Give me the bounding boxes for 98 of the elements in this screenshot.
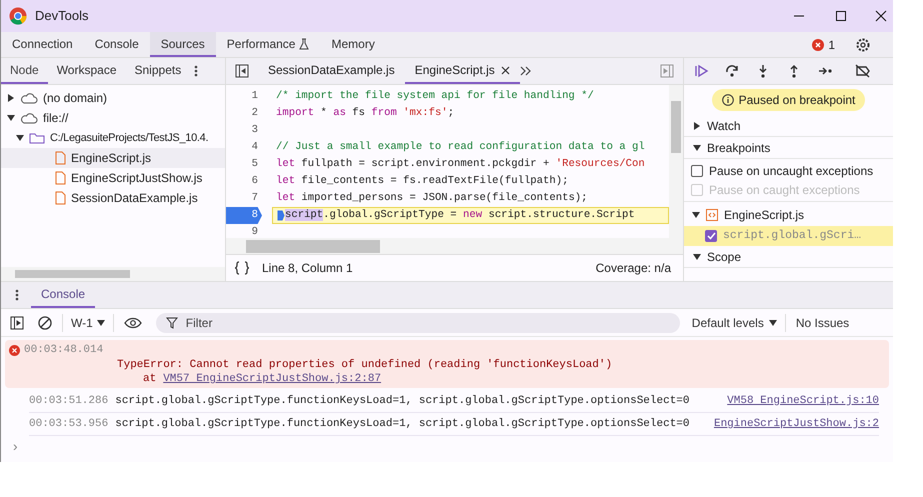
code-line: import * as fs from 'mx:fs'; <box>276 106 454 121</box>
format-braces-icon[interactable] <box>234 261 250 275</box>
cloud-icon <box>20 112 38 124</box>
panel-tab[interactable]: Connection <box>1 32 84 57</box>
cursor-position: Line 8, Column 1 <box>262 260 353 277</box>
timestamp: 00:03:51.286 <box>29 394 108 409</box>
scrollbar[interactable] <box>669 85 683 238</box>
tree-item[interactable]: EngineScriptJustShow.js <box>1 168 225 188</box>
expand-arrow-icon[interactable] <box>16 134 24 142</box>
file-tab[interactable]: EngineScript.js <box>404 58 520 84</box>
collapse-arrow-icon[interactable] <box>7 94 15 102</box>
tree-item[interactable]: C:/LegasuiteProjects/TestJS_10.4. <box>1 128 225 148</box>
step-over-icon[interactable] <box>725 64 740 78</box>
tree-item[interactable]: EngineScript.js <box>1 148 225 168</box>
navigator-tab[interactable]: Workspace <box>48 58 126 84</box>
more-options-icon[interactable] <box>15 289 19 301</box>
paused-banner: Paused on breakpoint <box>712 89 866 111</box>
error-count[interactable]: 1 <box>828 36 835 54</box>
error-text: TypeError: Cannot read properties of undefined (reading 'functionKeysLoad') <box>116 358 614 371</box>
scrollbar[interactable] <box>1 267 225 281</box>
line-number[interactable]: 5 <box>226 156 262 173</box>
panel-tab[interactable]: Console <box>84 32 150 57</box>
dropdown-caret-icon <box>96 320 105 326</box>
line-number[interactable]: 4 <box>226 139 262 156</box>
settings-icon[interactable] <box>855 36 871 52</box>
code-line: script.global.gScriptType = new script.structure.Script <box>285 208 635 223</box>
timestamp: 00:03:48.014 <box>24 342 104 358</box>
log-text: script.global.gScriptType.functionKeysLoad=1, script.global.gScriptType.optionsSelect=0 <box>115 394 690 409</box>
line-number[interactable]: 9 <box>226 224 262 238</box>
dropdown-caret-icon <box>768 320 777 326</box>
source-link[interactable]: VM57 EngineScriptJustShow.js:2:87 <box>163 371 382 385</box>
clear-console-icon[interactable] <box>38 316 52 330</box>
navigator-tab[interactable]: Node <box>1 58 48 84</box>
expand-arrow-icon[interactable] <box>7 114 15 122</box>
log-levels-dropdown[interactable]: Default levels <box>692 314 786 332</box>
window-title: DevTools <box>35 7 88 26</box>
tree-item[interactable]: (no domain) <box>1 88 225 108</box>
expand-arrow-icon[interactable] <box>692 211 700 219</box>
deactivate-breakpoints-icon[interactable] <box>855 64 870 78</box>
close-icon[interactable] <box>500 66 510 74</box>
source-link[interactable]: VM58 EngineScript.js:10 <box>727 392 879 410</box>
stack-trace-label: at <box>143 372 156 385</box>
checkbox[interactable] <box>705 230 717 242</box>
info-icon <box>722 94 734 106</box>
context-dropdown[interactable]: W-1 <box>62 314 114 332</box>
close-icon[interactable] <box>875 10 887 22</box>
cloud-icon <box>20 92 38 104</box>
error-icon <box>9 344 20 356</box>
code-line: let imported_persons = JSON.parse(file_contents); <box>276 190 588 206</box>
file-icon <box>55 191 66 205</box>
maximize-icon[interactable] <box>835 10 847 22</box>
code-line: // Just a small example to read configuration data to a gl <box>276 140 645 155</box>
line-number[interactable]: 2 <box>226 105 262 122</box>
panel-tab[interactable]: Performance <box>216 32 320 57</box>
more-tabs-icon[interactable] <box>520 66 532 76</box>
issues-button[interactable]: No Issues <box>796 314 850 332</box>
line-number[interactable]: 8 <box>226 207 262 224</box>
log-text: script.global.gScriptType.functionKeysLoad=1, script.global.gScriptType.optionsSelect=0 <box>115 416 690 432</box>
expand-arrow-icon[interactable] <box>693 252 701 260</box>
panel-tab[interactable]: Sources <box>150 32 216 57</box>
navigator-tab[interactable]: Snippets <box>126 58 190 84</box>
breakpoint-file[interactable]: EngineScript.js <box>684 204 893 226</box>
line-number[interactable]: 1 <box>226 88 262 105</box>
breakpoint-code: script.global.gScri… <box>723 228 862 244</box>
code-line: let file_contents = fs.readTextFile(fullpath); <box>276 174 568 189</box>
checkbox-option[interactable]: Pause on uncaught exceptions <box>684 161 893 180</box>
file-tab[interactable]: SessionDataExample.js <box>258 58 405 84</box>
script-file-icon <box>706 209 718 221</box>
scrollbar[interactable] <box>226 238 683 254</box>
sidebar-toggle-icon[interactable] <box>660 64 674 78</box>
code-line: /* import the file system api for file handling */ <box>276 88 594 104</box>
filter-icon <box>166 316 178 328</box>
eye-icon[interactable] <box>124 316 142 328</box>
sidebar-toggle-icon[interactable] <box>235 64 249 78</box>
expand-arrow-icon[interactable] <box>693 144 701 152</box>
code-line: let fullpath = script.environment.pckgdir + 'Resources/Con <box>276 156 645 172</box>
drawer-tab[interactable]: Console <box>31 282 96 308</box>
checkmark-icon <box>706 232 716 240</box>
filter-field[interactable]: Filter <box>156 312 680 332</box>
flask-icon <box>299 38 310 50</box>
tree-item[interactable]: SessionDataExample.js <box>1 188 225 208</box>
file-icon <box>55 171 66 185</box>
timestamp: 00:03:53.956 <box>29 416 108 432</box>
tree-item[interactable]: file:// <box>1 108 225 128</box>
collapse-arrow-icon[interactable] <box>693 122 701 130</box>
panel-tab[interactable]: Memory <box>320 32 386 57</box>
source-link[interactable]: EngineScriptJustShow.js:2 <box>714 416 879 432</box>
sidebar-toggle-icon[interactable] <box>10 316 24 330</box>
error-icon <box>812 38 824 50</box>
line-number[interactable]: 3 <box>226 122 262 139</box>
folder-icon <box>29 132 45 144</box>
resume-icon[interactable] <box>694 64 709 78</box>
more-options-icon[interactable] <box>194 65 198 77</box>
browser-logo-icon <box>9 7 27 25</box>
file-icon <box>55 151 66 165</box>
line-number[interactable]: 7 <box>226 190 262 207</box>
line-number[interactable]: 6 <box>226 173 262 190</box>
coverage-status: Coverage: n/a <box>596 260 672 277</box>
